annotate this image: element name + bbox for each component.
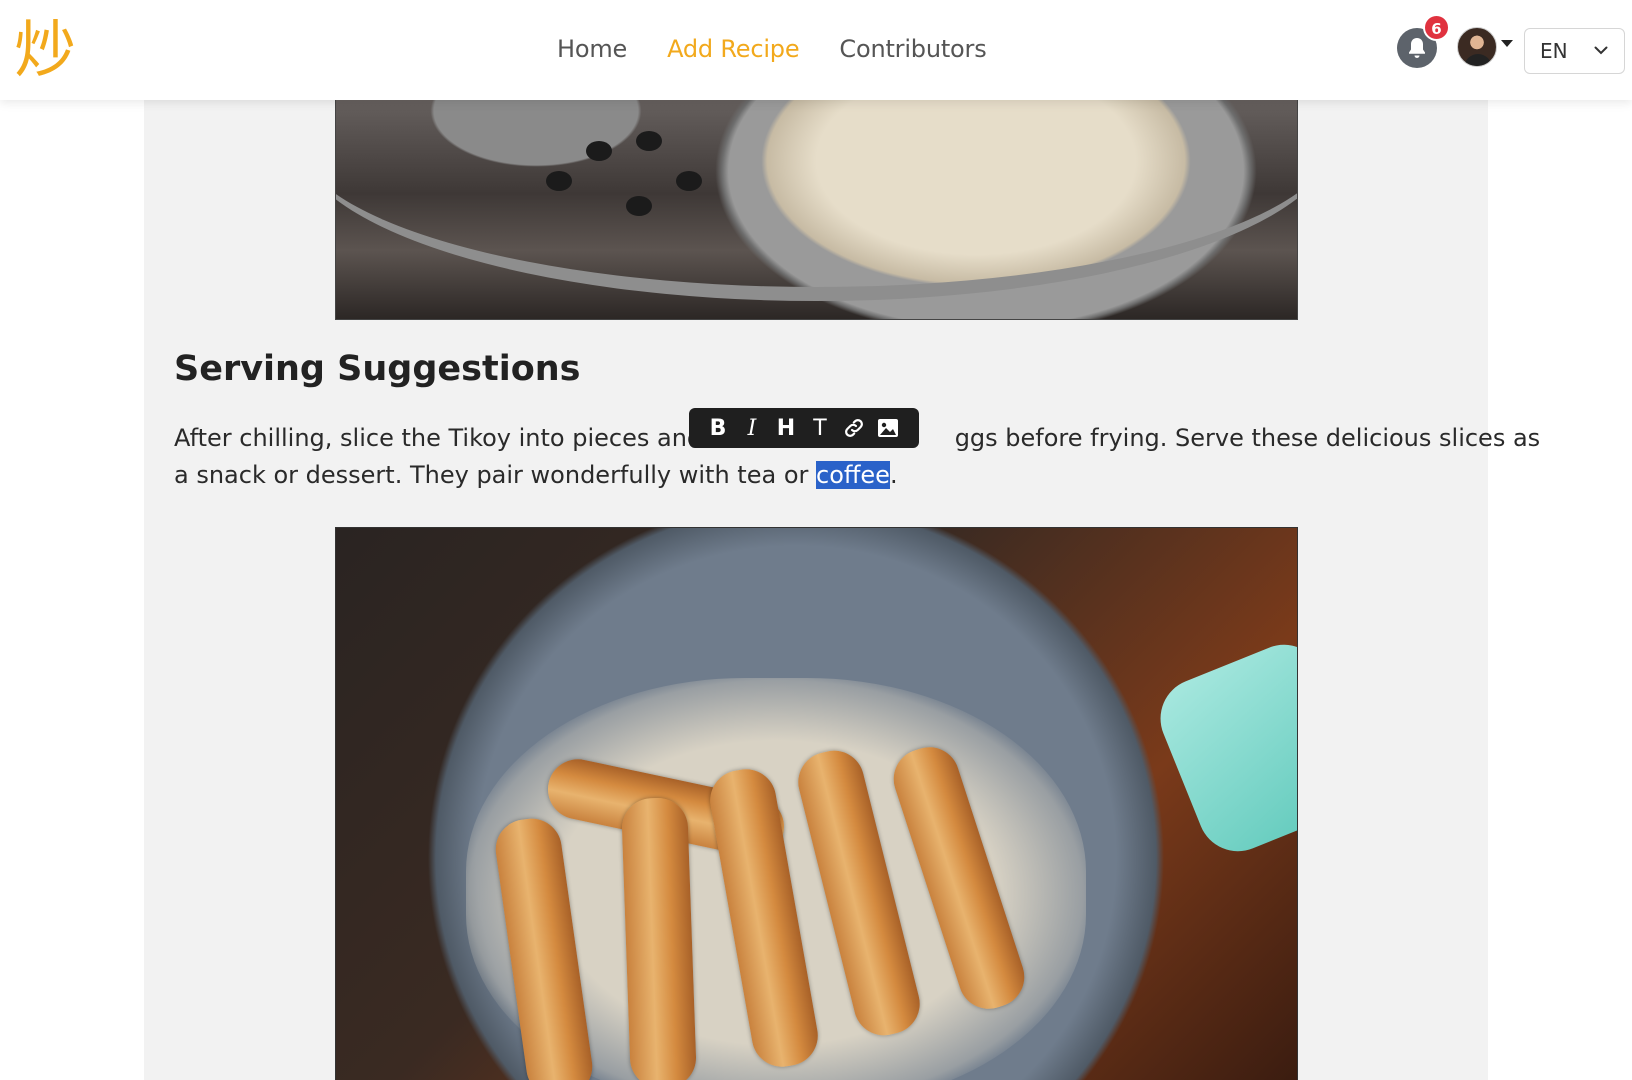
paragraph-line-2: a snack or dessert. They pair wonderfull… — [174, 457, 1454, 494]
bell-icon — [1409, 38, 1425, 58]
selected-text[interactable]: coffee — [816, 461, 890, 489]
section-heading: Serving Suggestions — [174, 349, 581, 389]
paragraph-text: a snack or dessert. They pair wonderfull… — [174, 461, 816, 489]
top-navbar: 炒 Home Add Recipe Contributors 6 EN — [0, 0, 1632, 100]
image-icon[interactable] — [871, 408, 905, 448]
notification-count-badge: 6 — [1423, 14, 1450, 41]
nav-home[interactable]: Home — [557, 30, 627, 70]
caret-down-icon[interactable] — [1501, 40, 1513, 47]
nav-add-recipe[interactable]: Add Recipe — [667, 30, 800, 70]
chevron-down-icon — [1594, 46, 1608, 55]
heading-button[interactable]: H — [769, 408, 803, 448]
language-value: EN — [1540, 39, 1568, 63]
recipe-image-frying — [335, 527, 1298, 1080]
main-nav: Home Add Recipe Contributors — [557, 30, 987, 70]
bold-button[interactable]: B — [701, 408, 735, 448]
format-toolbar: B I H T — [689, 408, 919, 448]
italic-button[interactable]: I — [735, 408, 769, 448]
paragraph-text: . — [889, 461, 898, 489]
recipe-image-steaming — [335, 90, 1298, 320]
user-avatar[interactable] — [1457, 27, 1497, 67]
link-icon[interactable] — [837, 408, 871, 448]
nav-contributors[interactable]: Contributors — [839, 30, 986, 70]
paragraph-text: After chilling, slice the Tikoy into pie… — [174, 424, 732, 452]
site-logo[interactable]: 炒 — [14, 12, 90, 88]
language-select[interactable]: EN — [1524, 28, 1625, 74]
paragraph-text: ggs before frying. Serve these delicious… — [954, 424, 1541, 452]
text-button[interactable]: T — [803, 408, 837, 448]
